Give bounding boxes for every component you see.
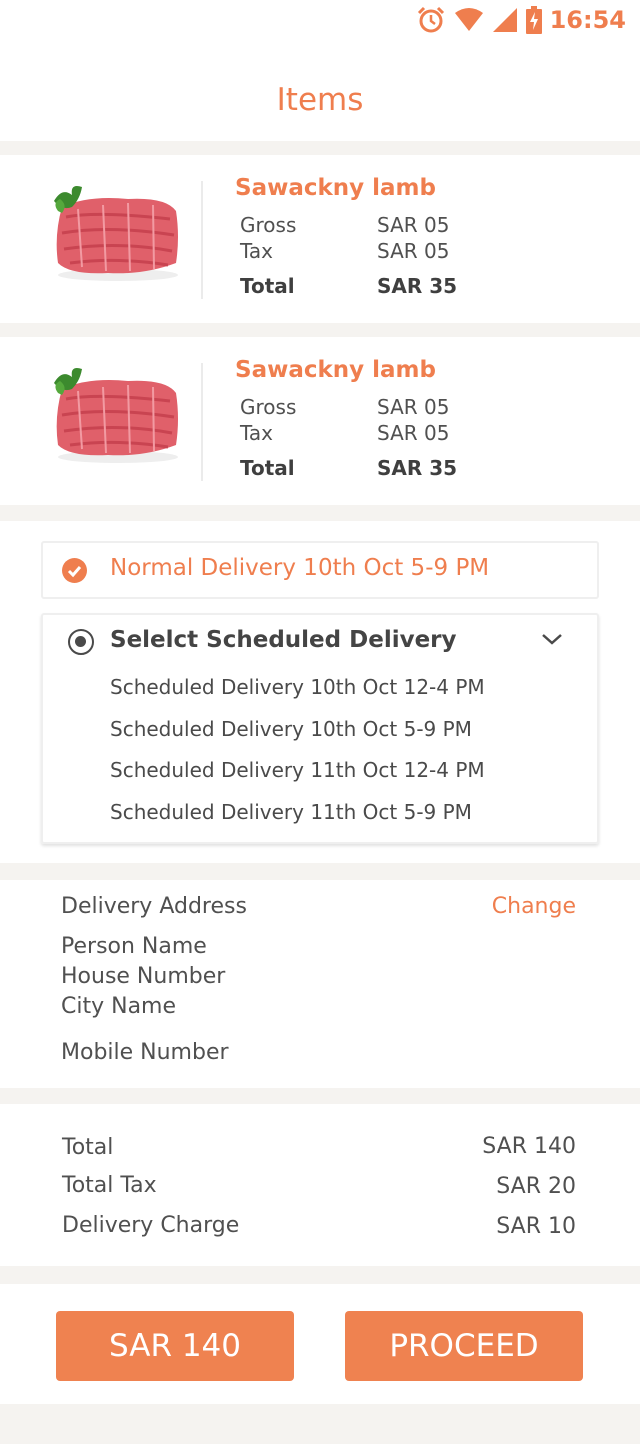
tax-row: Tax SAR 05 [240,239,449,263]
scheduled-option[interactable]: Scheduled Delivery 11th Oct 12-4 PM [110,758,485,782]
scheduled-option[interactable]: Scheduled Delivery 11th Oct 5-9 PM [110,800,472,824]
page-title: Items [276,82,364,118]
gross-row: Gross SAR 05 [240,213,449,237]
gross-label: Gross [240,395,297,419]
radio-selected-icon[interactable] [68,629,94,655]
tax-row: Tax SAR 05 [240,421,449,445]
tax-value: SAR 05 [377,421,450,445]
scheduled-delivery-dropdown[interactable]: Selelct Scheduled Delivery Scheduled Del… [41,613,599,844]
total-label: Total [240,456,295,480]
status-icons: 16:54 [416,5,626,35]
normal-delivery-label: Normal Delivery 10th Oct 5-9 PM [110,555,490,581]
item-card[interactable]: Sawackny lamb Gross SAR 05 Tax SAR 05 To… [0,337,640,505]
item-name: Sawackny lamb [235,175,436,201]
total-tax-label: Total Tax [62,1173,157,1198]
total-label: Total [62,1135,114,1160]
header: Items [0,40,640,141]
tax-label: Tax [240,421,273,445]
tax-value: SAR 05 [377,239,450,263]
alarm-icon [417,6,444,33]
minced-meat-image [54,368,178,463]
gross-value: SAR 05 [377,395,450,419]
person-name: Person Name [61,934,207,959]
minced-meat-image [54,186,178,281]
total-tax-value: SAR 20 [496,1174,576,1199]
delivery-address-section: Delivery Address Change Person Name Hous… [0,880,640,1088]
mobile-number: Mobile Number [61,1040,229,1065]
total-label: Total [240,274,295,298]
gross-value: SAR 05 [377,213,450,237]
amount-button[interactable]: SAR 140 [56,1311,294,1381]
wifi-icon [454,8,483,31]
address-heading: Delivery Address [61,894,247,919]
scheduled-option[interactable]: Scheduled Delivery 10th Oct 5-9 PM [110,717,472,741]
tax-label: Tax [240,239,273,263]
normal-delivery-option[interactable]: Normal Delivery 10th Oct 5-9 PM [41,541,599,599]
total-row: Total SAR 35 [240,274,457,298]
proceed-button[interactable]: PROCEED [345,1311,583,1381]
item-divider [201,363,203,481]
status-bar: 16:54 [0,0,640,40]
scheduled-option[interactable]: Scheduled Delivery 10th Oct 12-4 PM [110,675,485,699]
item-divider [201,181,203,299]
bottom-bar: SAR 140 PROCEED [0,1284,640,1404]
status-time: 16:54 [549,6,626,34]
change-address-link[interactable]: Change [492,894,576,919]
house-number: House Number [61,964,226,989]
item-card[interactable]: Sawackny lamb Gross SAR 05 Tax SAR 05 To… [0,155,640,323]
scheduled-delivery-label: Selelct Scheduled Delivery [110,627,457,653]
gross-label: Gross [240,213,297,237]
item-name: Sawackny lamb [235,357,436,383]
chevron-down-icon[interactable] [541,631,563,647]
total-value: SAR 140 [482,1134,576,1159]
total-row: Total SAR 35 [240,456,457,480]
total-value: SAR 35 [377,456,458,480]
city-name: City Name [61,994,177,1019]
check-circle-icon [62,558,87,583]
totals-section: Total SAR 140 Total Tax SAR 20 Delivery … [0,1104,640,1266]
battery-charging-icon [525,6,542,34]
signal-icon [492,8,517,32]
delivery-section: Normal Delivery 10th Oct 5-9 PM Selelct … [0,521,640,863]
total-value: SAR 35 [377,274,458,298]
delivery-charge-value: SAR 10 [496,1214,576,1239]
gross-row: Gross SAR 05 [240,395,449,419]
delivery-charge-label: Delivery Charge [62,1213,240,1238]
